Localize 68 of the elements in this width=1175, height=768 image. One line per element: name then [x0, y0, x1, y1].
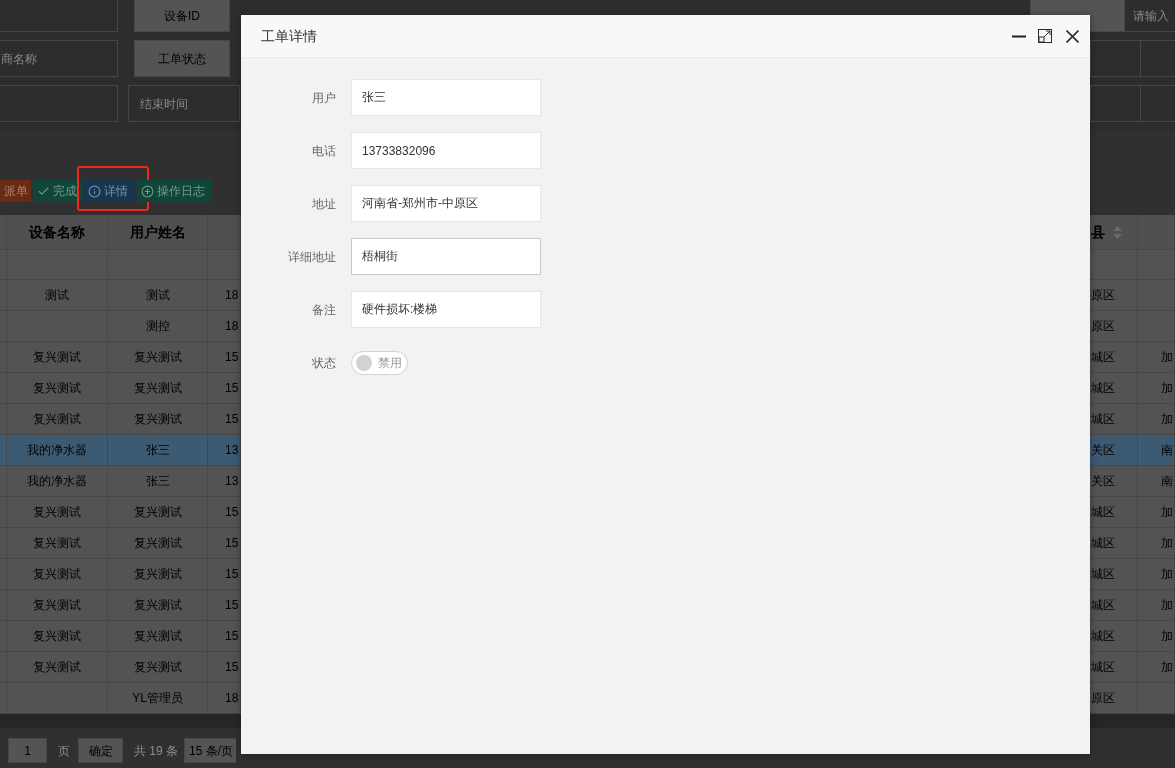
toolbar-button[interactable]: 派单	[0, 180, 31, 202]
input-field[interactable]: 河南省-郑州市-中原区	[351, 185, 541, 222]
input-field[interactable]: 硬件损坏:楼梯	[351, 291, 541, 328]
table-row[interactable]: 复兴测试 复兴测试 15	[0, 528, 241, 559]
page-input[interactable]: 1	[8, 738, 47, 763]
total-count: 共 19 条	[134, 742, 178, 760]
field-label: 详细地址	[288, 248, 336, 266]
page-size-select[interactable]: 15 条/页	[184, 738, 236, 763]
input-field[interactable]: 梧桐街	[351, 238, 541, 275]
sort-icon[interactable]	[1113, 225, 1122, 239]
table-row[interactable]: 城区 加	[1090, 373, 1175, 404]
table-row[interactable]: 复兴测试 复兴测试 15	[0, 342, 241, 373]
input-field[interactable]: 结束时间	[128, 85, 240, 122]
close-icon[interactable]	[1066, 29, 1079, 43]
column-header: 设备名称	[29, 222, 85, 242]
table-row[interactable]: 城区 加	[1090, 590, 1175, 621]
table-row[interactable]: 城区 加	[1090, 652, 1175, 683]
input-field[interactable]	[1140, 40, 1175, 77]
table-row[interactable]: 复兴测试 复兴测试 15	[0, 497, 241, 528]
table-row[interactable]: 城区 加	[1090, 559, 1175, 590]
table-row[interactable]: 城区 加	[1090, 497, 1175, 528]
toolbar-button[interactable]: 完成	[33, 180, 82, 202]
table-row[interactable]: 城区 加	[1090, 528, 1175, 559]
field-label: 用户	[312, 89, 336, 107]
info-icon	[88, 184, 101, 198]
table-row[interactable]: YL管理员 18	[0, 683, 241, 714]
column-header: 用户姓名	[129, 222, 186, 242]
table-row[interactable]: 复兴测试 复兴测试 15	[0, 404, 241, 435]
page-label: 页	[58, 742, 70, 760]
table-row[interactable]: 复兴测试 复兴测试 15	[0, 652, 241, 683]
input-field[interactable]: 请输入	[1125, 0, 1175, 32]
table-row[interactable]: 城区 加	[1090, 621, 1175, 652]
table-row[interactable]: 关区 南	[1090, 435, 1175, 466]
table-row[interactable]: 城区 加	[1090, 342, 1175, 373]
dialog-title: 工单详情	[261, 26, 317, 46]
input-field[interactable]	[1140, 85, 1175, 122]
maximize-icon[interactable]	[1038, 29, 1052, 43]
table-row[interactable]: 原区	[1090, 280, 1175, 311]
input-field[interactable]	[0, 85, 118, 122]
table-row[interactable]: 复兴测试 复兴测试 15	[0, 621, 241, 652]
table-row[interactable]: 复兴测试 复兴测试 15	[0, 559, 241, 590]
confirm-button[interactable]: 确定	[78, 738, 123, 763]
table-row[interactable]: 原区	[1090, 311, 1175, 342]
table-row[interactable]: 城区 加	[1090, 404, 1175, 435]
field-label: 电话	[312, 142, 336, 160]
table-row[interactable]: 我的净水器 张三 13	[0, 466, 241, 497]
table-row[interactable]: 我的净水器 张三 13	[0, 435, 241, 466]
table-row[interactable]: 复兴测试 复兴测试 15	[0, 590, 241, 621]
toggle-knob-icon	[356, 355, 372, 371]
table-row[interactable]: 关区 南	[1090, 466, 1175, 497]
table-row[interactable]: 测试 测试 18	[0, 280, 241, 311]
input-field[interactable]: 张三	[351, 79, 541, 116]
column-header: 县	[1091, 222, 1105, 242]
circle-plus-icon	[141, 184, 154, 198]
field-label: 工单状态	[158, 50, 206, 68]
toolbar-button[interactable]: 详情	[84, 180, 135, 202]
input-field[interactable]: 商名称	[0, 40, 118, 77]
field-label: 设备ID	[164, 7, 200, 25]
table-row[interactable]: 原区	[1090, 683, 1175, 714]
input-field[interactable]: 13733832096	[351, 132, 541, 169]
field-label: 状态	[312, 355, 336, 372]
field-label: 备注	[312, 301, 336, 319]
table-row[interactable]: 复兴测试 复兴测试 15	[0, 373, 241, 404]
toolbar-button[interactable]: 操作日志	[137, 180, 211, 202]
toggle-switch[interactable]: 禁用	[351, 351, 408, 375]
table-row[interactable]: 测控 18	[0, 311, 241, 342]
input-field[interactable]	[0, 0, 118, 32]
field-label: 地址	[312, 195, 336, 213]
